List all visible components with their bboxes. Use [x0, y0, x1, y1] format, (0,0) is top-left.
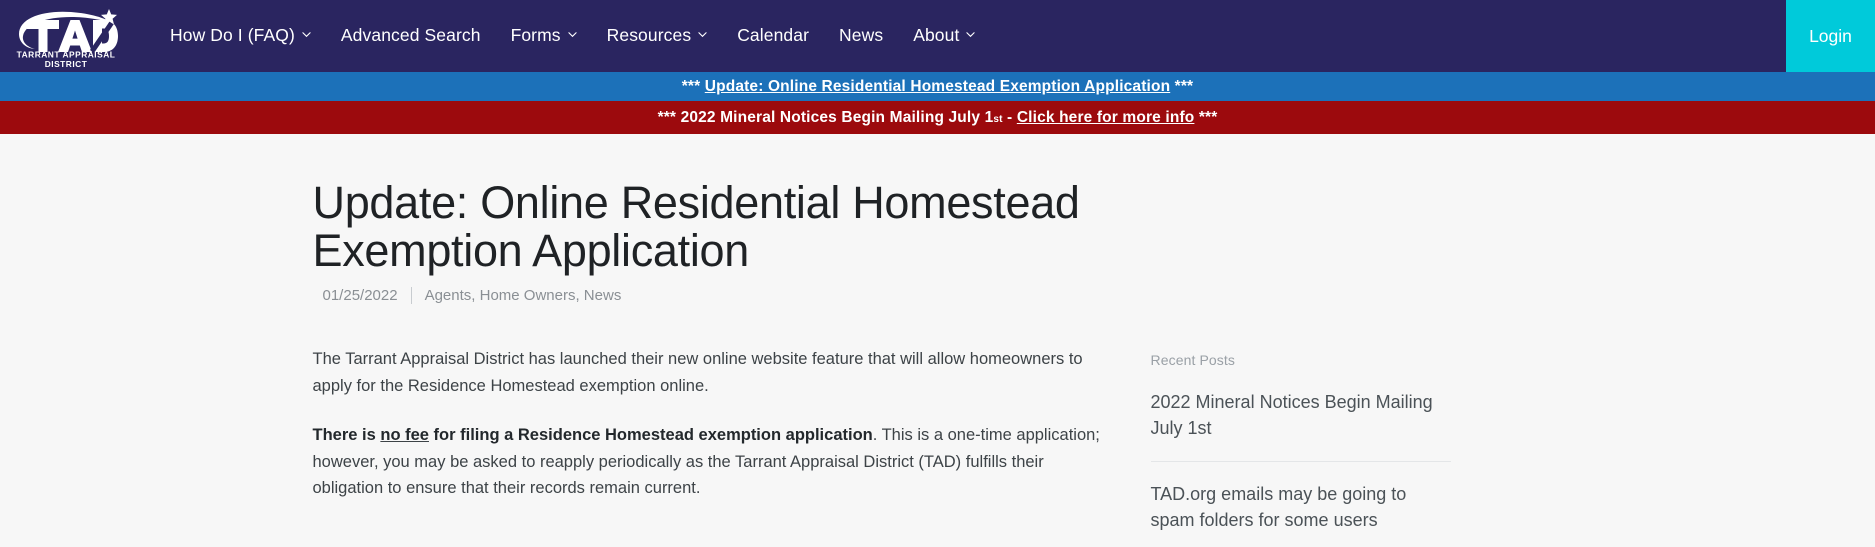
post-meta: 01/25/2022 Agents, Home Owners, News	[322, 287, 1563, 305]
site-logo[interactable]: TARRANT APPRAISAL DISTRICT	[10, 4, 122, 69]
underlined-text: no fee	[380, 426, 429, 444]
page-title: Update: Online Residential Homestead Exe…	[312, 177, 1080, 276]
alert-middle: -	[1002, 108, 1017, 126]
emphasis-text: There is	[312, 425, 381, 444]
login-button[interactable]: Login	[1786, 0, 1875, 72]
recent-posts-list: 2022 Mineral Notices Begin Mailing July …	[1150, 390, 1451, 547]
main-navigation: How Do I (FAQ) Advanced Search Forms Res…	[170, 25, 976, 46]
alert-suffix: ***	[1194, 108, 1218, 126]
alert-link-homestead-exemption[interactable]: Update: Online Residential Homestead Exe…	[705, 78, 1170, 96]
nav-label: Calendar	[737, 25, 810, 46]
nav-item-advanced-search[interactable]: Advanced Search	[341, 27, 481, 45]
nav-item-forms[interactable]: Forms	[511, 27, 577, 45]
post-categories: Agents, Home Owners, News	[424, 287, 622, 305]
chevron-down-icon	[568, 30, 577, 39]
login-button-label: Login	[1809, 25, 1852, 46]
emphasis-text: no fee	[380, 425, 429, 444]
nav-item-about[interactable]: About	[913, 25, 976, 46]
nav-label: About	[913, 25, 960, 46]
nav-label: How Do I (FAQ)	[170, 25, 295, 46]
tad-logo-icon: TARRANT APPRAISAL	[17, 8, 118, 59]
content-row: The Tarrant Appraisal District has launc…	[313, 346, 1563, 547]
alert-bar-mineral-notices[interactable]: *** 2022 Mineral Notices Begin Mailing J…	[0, 101, 1875, 134]
nav-item-how-do-i-faq[interactable]: How Do I (FAQ)	[170, 27, 311, 45]
sidebar: Recent Posts 2022 Mineral Notices Begin …	[1150, 346, 1451, 547]
alert-prefix: ***	[681, 77, 705, 95]
chevron-down-icon	[698, 30, 707, 39]
nav-label: Forms	[510, 25, 561, 46]
nav-item-calendar[interactable]: Calendar	[737, 27, 809, 45]
content-container: Update: Online Residential Homestead Exe…	[313, 179, 1563, 547]
recent-post-item[interactable]: 2022 Mineral Notices Begin Mailing July …	[1150, 390, 1451, 463]
emphasis-text: for filing a Residence Homestead exempti…	[428, 425, 873, 444]
nav-label: Advanced Search	[340, 25, 481, 46]
sidebar-heading-recent-posts: Recent Posts	[1150, 352, 1235, 369]
alert-text: *** 2022 Mineral Notices Begin Mailing J…	[657, 108, 1218, 127]
site-header: TARRANT APPRAISAL DISTRICT How Do I (FAQ…	[0, 0, 1875, 72]
recent-post-item[interactable]: TAD.org emails may be going to spam fold…	[1151, 462, 1451, 547]
alert-prefix: *** 2022 Mineral Notices Begin Mailing J…	[657, 108, 994, 126]
chevron-down-icon	[966, 30, 976, 39]
article-paragraph-2: There is no fee for filing a Residence H…	[312, 425, 1100, 498]
alert-suffix: ***	[1170, 77, 1194, 95]
nav-item-news[interactable]: News	[839, 27, 883, 45]
logo-wordmark-line2: DISTRICT	[44, 58, 88, 69]
chevron-down-icon	[302, 30, 311, 39]
alert-link-more-info[interactable]: Click here for more info	[1017, 109, 1195, 127]
alert-bar-update[interactable]: *** Update: Online Residential Homestead…	[0, 72, 1875, 101]
nav-label: Resources	[606, 25, 692, 46]
nav-label: News	[839, 25, 884, 46]
post-date: 01/25/2022	[322, 287, 398, 305]
alert-text: *** Update: Online Residential Homestead…	[682, 78, 1193, 96]
meta-divider	[410, 287, 412, 305]
article-paragraph-1: The Tarrant Appraisal District has launc…	[312, 350, 1083, 396]
nav-item-resources[interactable]: Resources	[607, 27, 708, 45]
article-body: The Tarrant Appraisal District has launc…	[313, 346, 1103, 547]
page-body: Update: Online Residential Homestead Exe…	[0, 134, 1875, 547]
